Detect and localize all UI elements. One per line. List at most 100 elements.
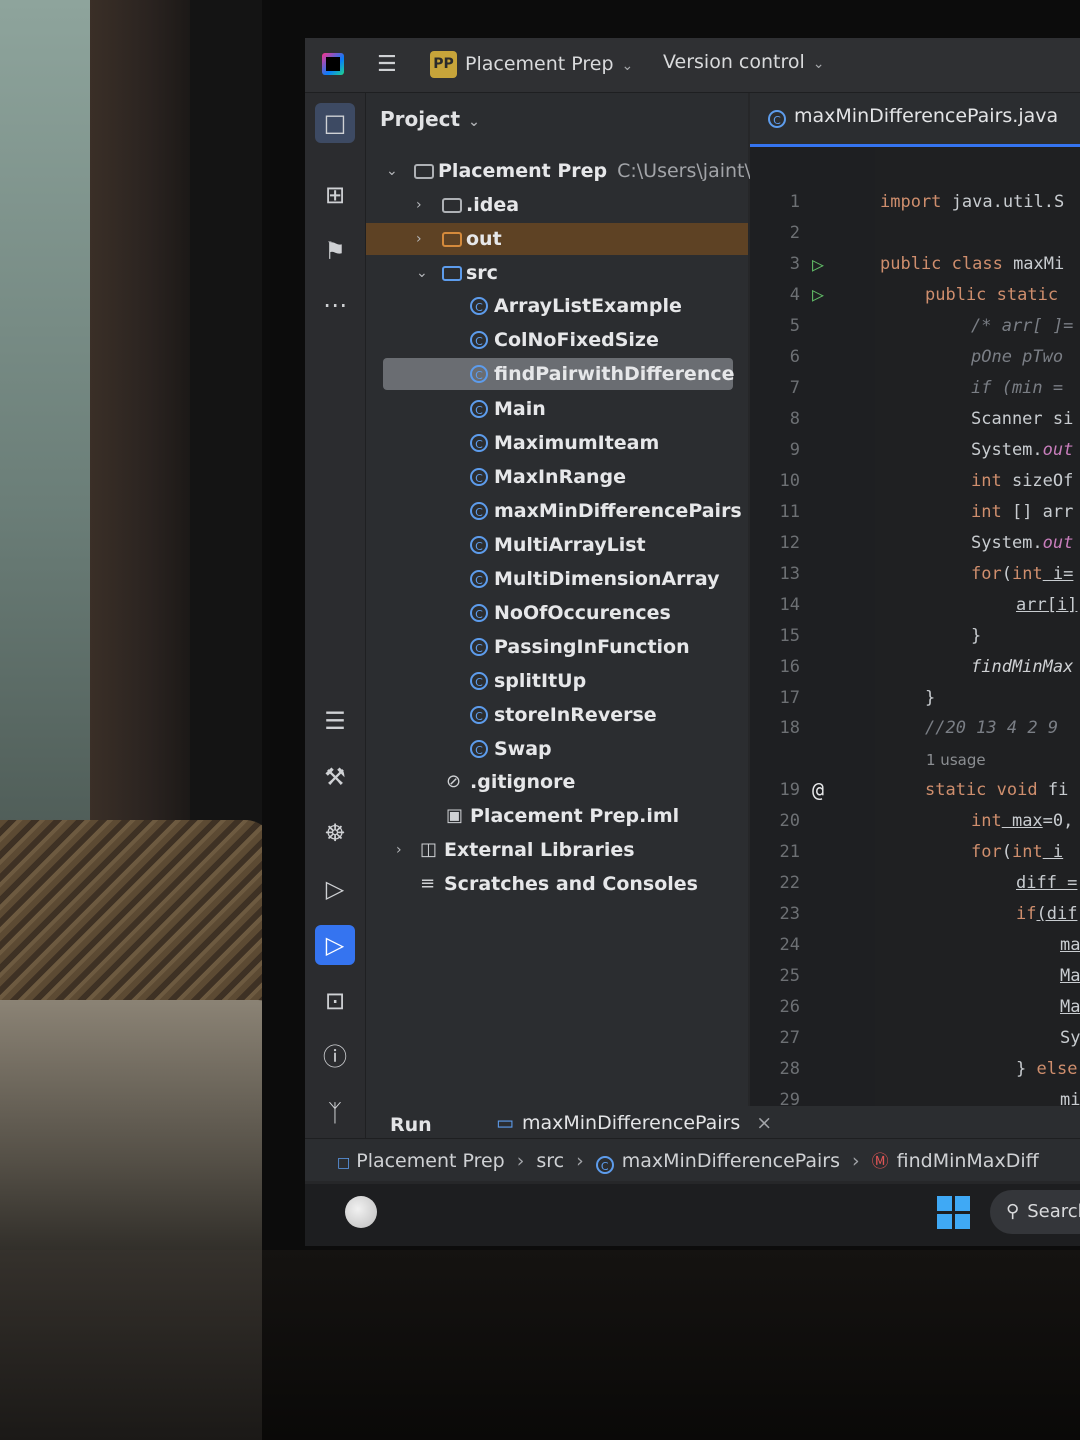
breadcrumb: □ Placement Prep › src › CmaxMinDifferencePai… bbox=[337, 1147, 1039, 1174]
windows-start-icon[interactable] bbox=[937, 1196, 971, 1230]
module-folder-icon bbox=[414, 164, 434, 179]
project-badge[interactable]: PP bbox=[430, 51, 457, 78]
tree-item-class[interactable]: C MultiDimensionArray bbox=[366, 563, 748, 595]
run-icon[interactable]: ▷ bbox=[315, 925, 355, 965]
tree-root-item[interactable]: ⌄ Placement Prep C:\Users\jaint\ bbox=[366, 155, 751, 187]
tree-item-class[interactable]: C ArrayListExample bbox=[366, 290, 748, 322]
code-line-15: } bbox=[971, 626, 982, 646]
breadcrumb-method[interactable]: findMinMaxDiff bbox=[897, 1150, 1039, 1172]
todo-list-icon[interactable]: ☰ bbox=[315, 701, 355, 741]
code-line-7: if (min = bbox=[971, 378, 1064, 398]
weather-widget-icon[interactable] bbox=[345, 1196, 377, 1228]
version-control-menu[interactable]: Version control ⌄ bbox=[663, 49, 825, 77]
services-icon[interactable]: ▷ bbox=[315, 869, 355, 909]
editor-tab-active[interactable]: CmaxMinDifferencePairs.java bbox=[768, 105, 1058, 128]
code-line-10: int sizeOf bbox=[971, 471, 1074, 491]
problems-icon[interactable]: ⓘ bbox=[315, 1037, 355, 1077]
code-line-12: System.out bbox=[971, 533, 1074, 553]
active-tab-indicator bbox=[750, 144, 1080, 147]
code-line-23: if(dif bbox=[1016, 904, 1078, 924]
line-number: 5 bbox=[789, 316, 800, 336]
expand-arrow-icon[interactable]: › bbox=[396, 834, 402, 866]
main-menu-icon[interactable]: ☰ bbox=[377, 54, 401, 76]
tree-item-class-selected[interactable]: C findPairwithDifference bbox=[366, 358, 748, 390]
line-number: 2 bbox=[789, 223, 800, 243]
class-icon: C bbox=[470, 331, 488, 349]
tree-item-class[interactable]: C NoOfOccurences bbox=[366, 597, 748, 629]
line-number: 9 bbox=[789, 440, 800, 460]
line-number: 1 bbox=[789, 192, 800, 212]
tree-item-label: Swap bbox=[494, 738, 552, 760]
background-floor bbox=[0, 1250, 290, 1440]
class-icon: C bbox=[470, 434, 488, 452]
close-icon[interactable]: × bbox=[756, 1112, 772, 1134]
project-switcher-label: Placement Prep bbox=[465, 53, 614, 75]
breadcrumb-class[interactable]: maxMinDifferencePairs bbox=[622, 1150, 840, 1172]
usage-hint[interactable]: 1 usage bbox=[926, 751, 986, 769]
tool-window-strip: □ ⊞ ⚑ ⋯ ☰ ⚒ ☸ ▷ ▷ ⊡ ⓘ ᛉ bbox=[305, 93, 366, 1153]
code-line-21: for(int i bbox=[971, 842, 1064, 862]
tree-item-iml[interactable]: ▣ Placement Prep.iml bbox=[366, 800, 748, 832]
tree-item-label: ColNoFixedSize bbox=[494, 329, 659, 351]
expand-arrow-icon[interactable]: › bbox=[416, 223, 422, 255]
expand-arrow-icon[interactable]: › bbox=[416, 189, 422, 221]
line-number: 16 bbox=[779, 657, 800, 677]
bookmarks-icon[interactable]: ⚑ bbox=[315, 231, 355, 271]
tree-item-gitignore[interactable]: ⊘ .gitignore bbox=[366, 766, 748, 798]
tree-item-class[interactable]: C MaximumIteam bbox=[366, 427, 748, 459]
usages-at-icon[interactable]: @ bbox=[812, 778, 824, 802]
tree-item-class[interactable]: C MaxInRange bbox=[366, 461, 748, 493]
build-hammer-icon[interactable]: ⚒ bbox=[315, 757, 355, 797]
monitor-bezel-bottom bbox=[262, 1250, 1080, 1440]
tree-item-label: .gitignore bbox=[470, 771, 576, 793]
run-main-icon[interactable]: ▷ bbox=[812, 282, 824, 306]
class-icon: C bbox=[470, 570, 488, 588]
breadcrumb-project[interactable]: Placement Prep bbox=[356, 1150, 505, 1172]
tree-item-label: External Libraries bbox=[444, 839, 635, 861]
git-branch-icon[interactable]: ᛉ bbox=[315, 1093, 355, 1133]
tree-item-class[interactable]: C splitItUp bbox=[366, 665, 748, 697]
debug-bug-icon[interactable]: ☸ bbox=[315, 813, 355, 853]
project-folder-icon[interactable]: □ bbox=[315, 103, 355, 143]
chevron-down-icon: ⌄ bbox=[812, 56, 825, 72]
tree-item-class[interactable]: C storeInReverse bbox=[366, 699, 748, 731]
breadcrumb-src[interactable]: src bbox=[536, 1150, 564, 1172]
tree-item-label: storeInReverse bbox=[494, 704, 657, 726]
class-icon: C bbox=[470, 400, 488, 418]
run-config-tab[interactable]: ▭ maxMinDifferencePairs × bbox=[496, 1112, 772, 1134]
line-number: 18 bbox=[779, 718, 800, 738]
tree-item-class[interactable]: C Main bbox=[366, 393, 748, 425]
run-class-icon[interactable]: ▷ bbox=[812, 252, 824, 276]
collapse-arrow-icon[interactable]: ⌄ bbox=[386, 155, 398, 187]
intellij-logo-icon[interactable] bbox=[322, 53, 344, 75]
more-tools-icon[interactable]: ⋯ bbox=[315, 285, 355, 325]
folder-icon bbox=[442, 198, 462, 213]
tree-item-class[interactable]: C Swap bbox=[366, 733, 748, 765]
tree-item-scratches[interactable]: ≡ Scratches and Consoles bbox=[366, 868, 748, 900]
line-number: 7 bbox=[789, 378, 800, 398]
tree-item-idea[interactable]: › .idea bbox=[366, 189, 748, 221]
tree-item-src[interactable]: ⌄ src bbox=[366, 257, 748, 289]
tree-item-out[interactable]: › out bbox=[366, 223, 748, 255]
code-line-28: } else bbox=[1016, 1059, 1078, 1079]
code-editor[interactable]: ▷ ▷ @ 1 2 3 4 5 6 7 8 9 10 11 12 13 14 15 16 17 18 19 20 21 2… bbox=[750, 148, 1080, 1148]
tree-item-external-libraries[interactable]: › ◫ External Libraries bbox=[366, 834, 748, 866]
class-icon: C bbox=[470, 365, 488, 383]
tree-item-class[interactable]: C maxMinDifferencePairs bbox=[366, 495, 748, 527]
project-panel-header[interactable]: Project ⌄ bbox=[380, 107, 480, 131]
tree-item-label: NoOfOccurences bbox=[494, 602, 671, 624]
collapse-arrow-icon[interactable]: ⌄ bbox=[416, 257, 428, 289]
version-control-label: Version control bbox=[663, 51, 805, 73]
code-line-6: pOne pTwo bbox=[971, 347, 1064, 367]
method-icon: Ⓜ bbox=[871, 1152, 889, 1172]
tree-item-class[interactable]: C MultiArrayList bbox=[366, 529, 748, 561]
breadcrumb-separator-icon: › bbox=[576, 1150, 584, 1172]
taskbar-search[interactable]: ⚲ Search bbox=[990, 1190, 1080, 1234]
tree-item-class[interactable]: C ColNoFixedSize bbox=[366, 324, 748, 356]
excluded-folder-icon bbox=[442, 232, 462, 247]
project-switcher[interactable]: Placement Prep ⌄ bbox=[465, 51, 633, 79]
code-line-18: //20 13 4 2 9 bbox=[925, 718, 1059, 738]
terminal-icon[interactable]: ⊡ bbox=[315, 981, 355, 1021]
structure-icon[interactable]: ⊞ bbox=[315, 175, 355, 215]
tree-item-class[interactable]: C PassingInFunction bbox=[366, 631, 748, 663]
